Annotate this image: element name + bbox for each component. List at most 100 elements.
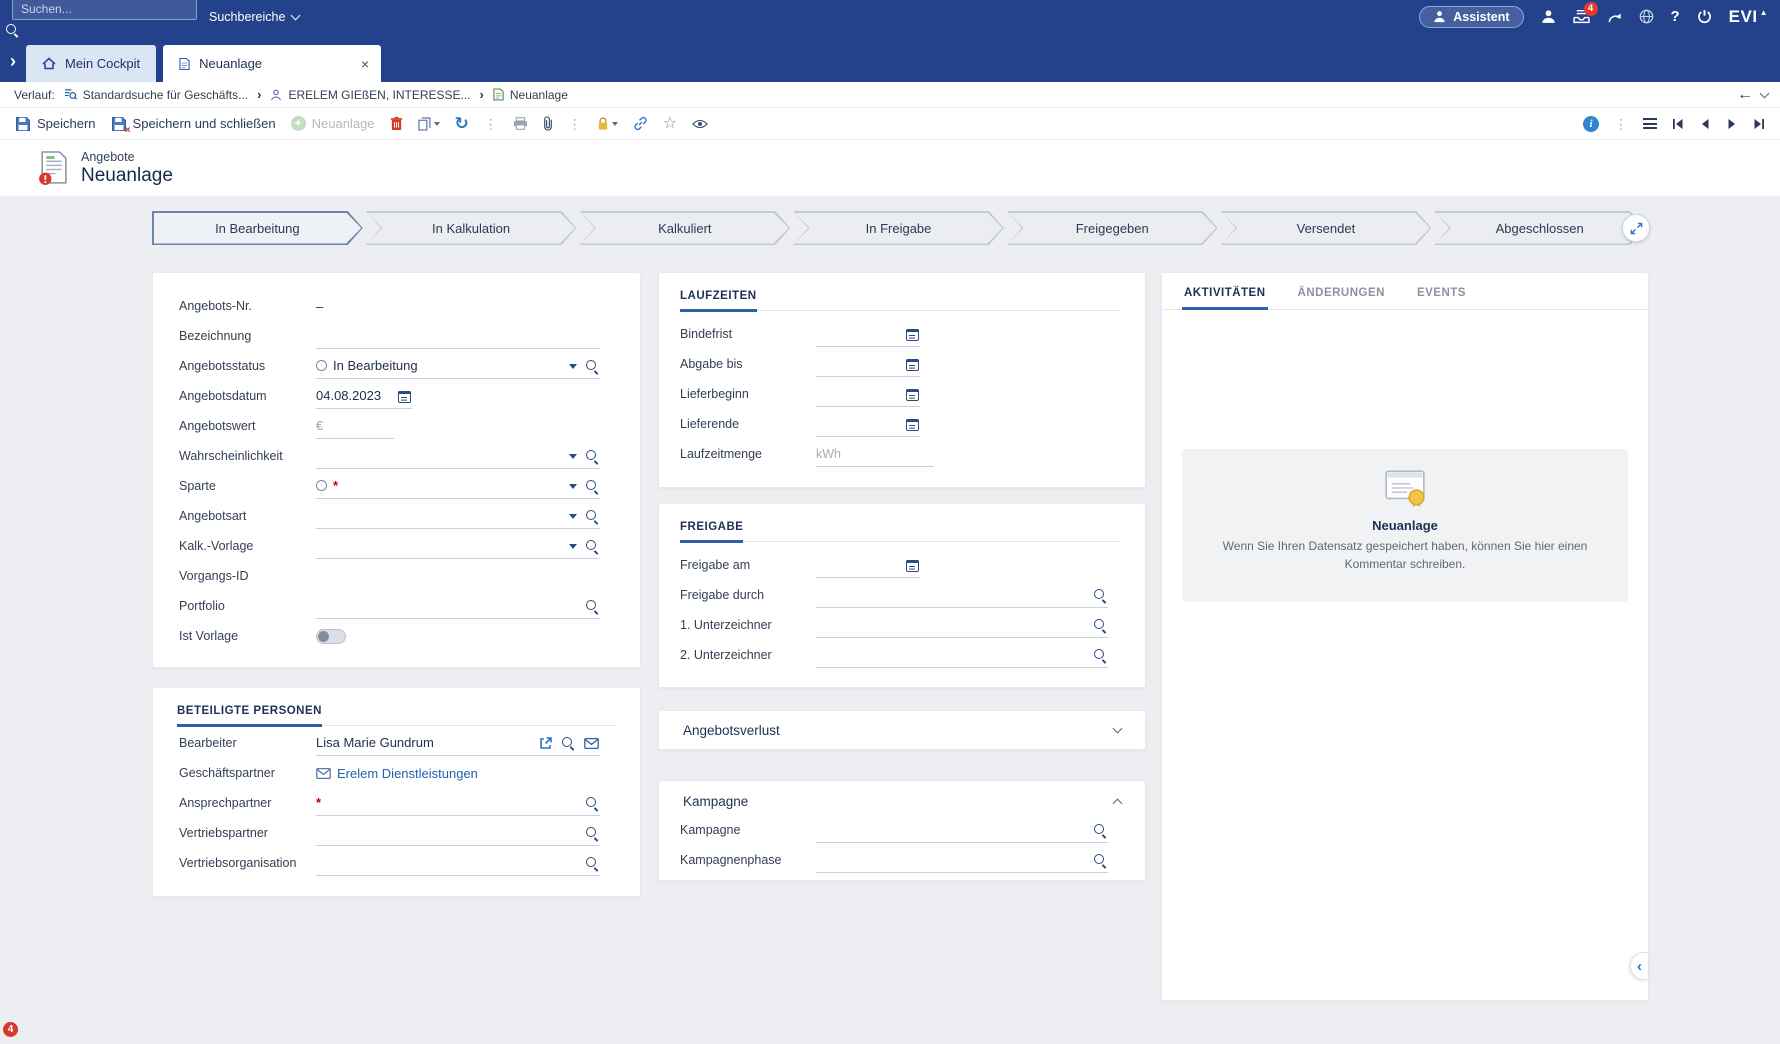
tab-events[interactable]: EVENTS xyxy=(1401,273,1482,309)
email-icon[interactable] xyxy=(584,738,599,749)
vertriebspartner-input[interactable] xyxy=(316,820,600,846)
user-icon[interactable] xyxy=(1541,9,1556,24)
breadcrumb-item-current[interactable]: Neuanlage xyxy=(493,88,568,102)
tab-neuanlage[interactable]: Neuanlage × xyxy=(163,45,381,82)
delete-icon[interactable] xyxy=(390,116,403,131)
bezeichnung-input[interactable] xyxy=(316,323,600,349)
steps-expand-button[interactable] xyxy=(1622,214,1650,242)
abgabe-bis-input[interactable] xyxy=(816,351,920,377)
inbox-icon[interactable]: 4 xyxy=(1573,9,1590,24)
chevron-down-icon[interactable] xyxy=(569,454,577,459)
tab-aenderungen[interactable]: ÄNDERUNGEN xyxy=(1282,273,1401,309)
lieferbeginn-input[interactable] xyxy=(816,381,920,407)
breadcrumb-item-partner[interactable]: ERELEM GIEßEN, INTERESSE... xyxy=(270,88,470,102)
tab-aktivitaeten[interactable]: AKTIVITÄTEN xyxy=(1168,273,1282,309)
angebotsverlust-section[interactable]: Angebotsverlust xyxy=(658,710,1146,750)
angebotsdatum-input[interactable]: 04.08.2023 xyxy=(316,383,412,409)
step-abgeschlossen[interactable]: Abgeschlossen xyxy=(1434,211,1645,245)
search-areas-dropdown[interactable]: Suchbereiche xyxy=(209,10,299,24)
chevron-down-icon[interactable] xyxy=(569,364,577,369)
refresh-icon[interactable]: ↻ xyxy=(455,115,469,132)
menu-icon[interactable] xyxy=(1643,118,1657,129)
search-icon[interactable] xyxy=(1094,854,1107,867)
search-icon[interactable] xyxy=(586,480,599,493)
power-icon[interactable] xyxy=(1697,9,1712,24)
step-in-bearbeitung[interactable]: In Bearbeitung xyxy=(152,211,363,245)
search-icon[interactable] xyxy=(6,24,19,37)
save-button[interactable]: Speichern xyxy=(15,116,96,132)
search-icon[interactable] xyxy=(1094,824,1107,837)
lieferende-input[interactable] xyxy=(816,411,920,437)
laufzeitmenge-input[interactable]: kWh xyxy=(816,441,934,467)
step-kalkuliert[interactable]: Kalkuliert xyxy=(579,211,790,245)
chevron-up-icon[interactable] xyxy=(1113,798,1123,808)
search-icon[interactable] xyxy=(586,600,599,613)
search-icon[interactable] xyxy=(586,360,599,373)
search-icon[interactable] xyxy=(1094,619,1107,632)
calendar-icon[interactable] xyxy=(906,359,919,371)
unterzeichner-2-input[interactable] xyxy=(816,642,1108,668)
lock-icon[interactable] xyxy=(597,117,618,131)
favorite-star-icon[interactable]: ☆ xyxy=(663,116,677,132)
history-back-arrow[interactable]: ← xyxy=(1737,87,1753,103)
angebotswert-input[interactable]: € xyxy=(316,413,394,439)
chevron-down-icon[interactable] xyxy=(1760,88,1770,98)
watch-eye-icon[interactable] xyxy=(692,119,708,129)
print-icon[interactable] xyxy=(513,117,528,130)
search-input[interactable] xyxy=(12,0,197,20)
step-versendet[interactable]: Versendet xyxy=(1221,211,1432,245)
open-record-icon[interactable] xyxy=(539,736,553,750)
search-icon[interactable] xyxy=(586,857,599,870)
first-record-icon[interactable] xyxy=(1672,118,1684,130)
search-icon[interactable] xyxy=(1094,589,1107,602)
breadcrumb-item-search[interactable]: Standardsuche für Geschäfts... xyxy=(64,88,248,102)
search-icon[interactable] xyxy=(586,510,599,523)
ansprechpartner-input[interactable]: * xyxy=(316,790,600,816)
freigabe-am-input[interactable] xyxy=(816,552,920,578)
redo-icon[interactable] xyxy=(1607,10,1622,24)
kampagnenphase-input[interactable] xyxy=(816,847,1108,873)
search-icon[interactable] xyxy=(586,797,599,810)
assistant-button[interactable]: Assistent xyxy=(1419,6,1523,28)
sparte-input[interactable]: * xyxy=(316,473,600,499)
bindefrist-input[interactable] xyxy=(816,321,920,347)
step-freigegeben[interactable]: Freigegeben xyxy=(1007,211,1218,245)
kampagne-input[interactable] xyxy=(816,817,1108,843)
save-and-close-button[interactable]: × Speichern und schließen xyxy=(111,116,276,132)
tabs-overflow-chevron[interactable]: › xyxy=(10,52,16,70)
tab-mein-cockpit[interactable]: Mein Cockpit xyxy=(26,45,156,82)
next-record-icon[interactable] xyxy=(1726,118,1738,130)
chevron-down-icon[interactable] xyxy=(569,514,577,519)
previous-record-icon[interactable] xyxy=(1699,118,1711,130)
chevron-down-icon[interactable] xyxy=(569,484,577,489)
last-record-icon[interactable] xyxy=(1753,118,1765,130)
new-record-button[interactable]: + Neuanlage xyxy=(291,116,375,131)
search-icon[interactable] xyxy=(586,450,599,463)
step-in-kalkulation[interactable]: In Kalkulation xyxy=(366,211,577,245)
chevron-down-icon[interactable] xyxy=(569,544,577,549)
close-icon[interactable]: × xyxy=(361,57,369,71)
email-icon[interactable] xyxy=(316,768,331,779)
notification-badge[interactable]: 4 xyxy=(3,1022,18,1037)
attachment-icon[interactable] xyxy=(543,116,553,131)
globe-icon[interactable] xyxy=(1639,9,1654,24)
search-icon[interactable] xyxy=(562,737,575,750)
ist-vorlage-toggle[interactable] xyxy=(316,629,346,644)
bearbeiter-input[interactable]: Lisa Marie Gundrum xyxy=(316,730,600,756)
vertriebsorganisation-input[interactable] xyxy=(316,850,600,876)
portfolio-input[interactable] xyxy=(316,593,600,619)
calendar-icon[interactable] xyxy=(906,389,919,401)
calendar-icon[interactable] xyxy=(906,560,919,572)
search-icon[interactable] xyxy=(1094,649,1107,662)
angebotsart-input[interactable] xyxy=(316,503,600,529)
help-icon[interactable]: ? xyxy=(1671,8,1680,25)
calendar-icon[interactable] xyxy=(398,391,411,403)
calendar-icon[interactable] xyxy=(906,419,919,431)
copy-icon[interactable] xyxy=(418,117,440,131)
chevron-down-icon[interactable] xyxy=(1113,724,1123,734)
step-in-freigabe[interactable]: In Freigabe xyxy=(793,211,1004,245)
collapse-panel-button[interactable]: ‹ xyxy=(1630,952,1648,980)
freigabe-durch-input[interactable] xyxy=(816,582,1108,608)
info-icon[interactable]: i xyxy=(1583,116,1599,132)
link-icon[interactable] xyxy=(633,116,648,131)
